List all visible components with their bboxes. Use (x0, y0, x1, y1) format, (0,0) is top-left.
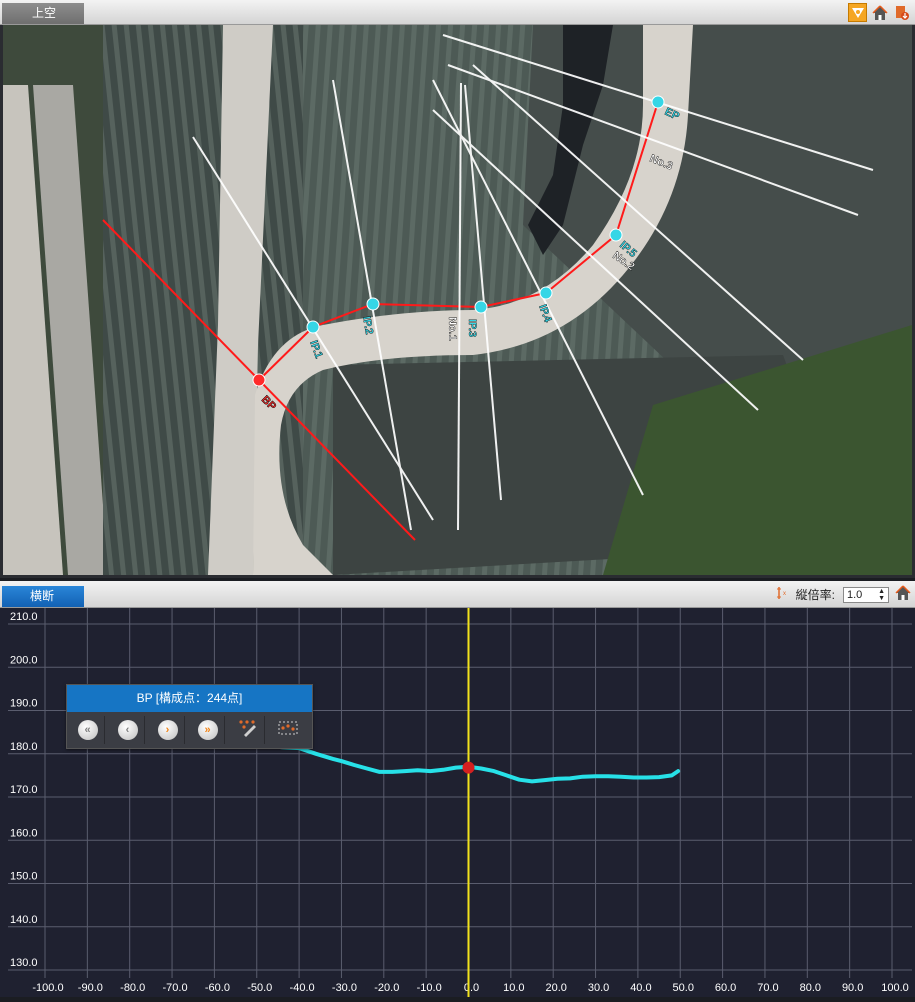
edit-points-icon (238, 719, 258, 742)
x-tick-label: -30.0 (332, 982, 357, 994)
y-tick-label: 130.0 (10, 957, 38, 969)
first-icon: « (77, 720, 98, 740)
select-points-button[interactable] (271, 716, 305, 744)
x-tick-label: -10.0 (417, 982, 442, 994)
map-label-no1: No.1 (446, 317, 458, 341)
last-button[interactable]: » (191, 716, 225, 744)
plan-view-panel: 上空 BP IP.1 IP.2 No.1 IP.3 IP.4 No.2 IP.5… (0, 0, 915, 578)
measure-icon[interactable] (848, 3, 867, 22)
next-icon: › (157, 720, 178, 740)
prev-button[interactable]: ‹ (111, 716, 145, 744)
x-axis-ticks: -100.0 -90.0 -80.0 -70.0 -60.0 -50.0 -40.0 -30.… (32, 982, 908, 994)
x-tick-label: -50.0 (247, 982, 272, 994)
aerial-map[interactable]: BP IP.1 IP.2 No.1 IP.3 IP.4 No.2 IP.5 No… (3, 25, 912, 575)
chart-svg[interactable]: 130.0 140.0 150.0 160.0 170.0 180.0 190.0 200.0… (0, 608, 915, 997)
y-tick-label: 160.0 (10, 827, 38, 839)
x-tick-label: 90.0 (842, 982, 863, 994)
y-tick-label: 170.0 (10, 784, 38, 796)
first-button[interactable]: « (71, 716, 105, 744)
chart-grid (8, 608, 912, 978)
y-axis-ticks: 130.0 140.0 150.0 160.0 170.0 180.0 190.0 200.0… (10, 611, 38, 969)
y-tick-label: 200.0 (10, 654, 38, 666)
navigator-buttons: « ‹ › » (67, 712, 312, 748)
y-tick-label: 210.0 (10, 611, 38, 623)
last-icon: » (197, 720, 218, 740)
y-tick-label: 190.0 (10, 698, 38, 710)
edit-points-button[interactable] (231, 716, 265, 744)
x-tick-label: 20.0 (545, 982, 566, 994)
x-tick-label: -70.0 (163, 982, 188, 994)
scale-value: 1.0 (847, 588, 863, 601)
x-tick-label: 60.0 (715, 982, 736, 994)
x-tick-label: -90.0 (78, 982, 103, 994)
x-tick-label: -40.0 (290, 982, 315, 994)
cross-section-chart[interactable]: 130.0 140.0 150.0 160.0 170.0 180.0 190.0 200.0… (0, 608, 915, 997)
export-icon[interactable] (892, 3, 911, 22)
x-tick-label: 80.0 (800, 982, 821, 994)
navigator-title: BP [構成点：244点] (67, 685, 312, 712)
x-tick-label: -20.0 (374, 982, 399, 994)
station-marker[interactable] (462, 761, 475, 774)
prev-icon: ‹ (117, 720, 138, 740)
y-tick-label: 140.0 (10, 914, 38, 926)
scale-stepper[interactable]: 1.0 ▲ ▼ (843, 586, 889, 603)
x-tick-label: 50.0 (673, 982, 694, 994)
scale-label: 縦倍率: (795, 588, 835, 602)
next-button[interactable]: › (151, 716, 185, 744)
plan-view-tabbar: 上空 (0, 0, 915, 25)
x-tick-label: 100.0 (881, 982, 909, 994)
plan-view-toolbar (848, 3, 911, 22)
x-tick-label: 10.0 (503, 982, 524, 994)
select-points-icon (278, 719, 298, 742)
tab-aerial[interactable]: 上空 (2, 3, 84, 24)
vertical-scale-control: x 縦倍率: 1.0 ▲ ▼ (776, 585, 911, 604)
x-tick-label: 70.0 (757, 982, 778, 994)
map-label-ip3: IP.3 (466, 319, 478, 337)
home-icon[interactable] (895, 585, 911, 604)
x-tick-label: -60.0 (205, 982, 230, 994)
x-tick-label: -80.0 (120, 982, 145, 994)
x-tick-label: -100.0 (32, 982, 63, 994)
point-navigator: BP [構成点：244点] « ‹ › » (66, 684, 313, 749)
ruler-icon: x (776, 586, 790, 603)
x-tick-label: 30.0 (588, 982, 609, 994)
stepper-arrows-icon[interactable]: ▲ ▼ (878, 588, 885, 602)
svg-text:x: x (783, 591, 786, 597)
x-tick-label: 40.0 (630, 982, 651, 994)
y-tick-label: 180.0 (10, 741, 38, 753)
x-tick-label: 0.0 (464, 982, 479, 994)
cross-section-tabbar: 横断 x 縦倍率: 1.0 ▲ ▼ (0, 581, 915, 608)
y-tick-label: 150.0 (10, 871, 38, 883)
tab-cross-section[interactable]: 横断 (2, 586, 84, 607)
home-icon[interactable] (870, 3, 889, 22)
